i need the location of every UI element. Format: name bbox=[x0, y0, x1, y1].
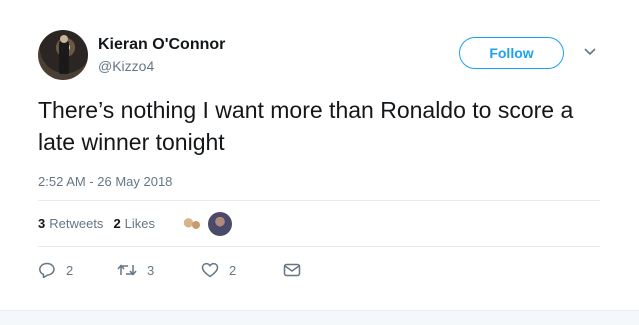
retweets-label: Retweets bbox=[49, 216, 104, 231]
tweet-actions: 2 3 2 bbox=[38, 262, 301, 278]
follow-button[interactable]: Follow bbox=[459, 37, 564, 69]
likes-label: Likes bbox=[124, 216, 156, 231]
tweet-text: There’s nothing I want more than Ronaldo… bbox=[38, 97, 574, 155]
like-count: 2 bbox=[229, 262, 237, 278]
likes-stat[interactable]: 2 Likes bbox=[113, 216, 155, 231]
avatar-head bbox=[60, 35, 68, 43]
likers-avatars bbox=[180, 212, 236, 236]
like-action[interactable]: 2 bbox=[201, 262, 283, 278]
retweet-count: 3 bbox=[147, 262, 155, 278]
likes-count: 2 bbox=[113, 216, 121, 231]
reply-action[interactable]: 2 bbox=[38, 262, 117, 278]
chevron-down-icon[interactable] bbox=[583, 47, 597, 57]
retweet-action[interactable]: 3 bbox=[117, 262, 201, 278]
heart-icon bbox=[201, 262, 219, 278]
page-footer-bar bbox=[0, 310, 639, 325]
reply-count: 2 bbox=[66, 262, 74, 278]
avatar[interactable] bbox=[38, 30, 88, 80]
avatar-figure bbox=[59, 40, 69, 74]
retweet-icon bbox=[117, 264, 137, 276]
liker-avatar[interactable] bbox=[208, 212, 232, 236]
message-action[interactable] bbox=[283, 263, 301, 277]
retweets-count: 3 bbox=[38, 216, 46, 231]
tweet-card: Kieran O'Connor @Kizzo4 Follow There’s n… bbox=[0, 0, 639, 310]
author-handle[interactable]: @Kizzo4 bbox=[98, 58, 154, 74]
tweet-timestamp[interactable]: 2:52 AM - 26 May 2018 bbox=[38, 174, 172, 189]
divider-top bbox=[38, 200, 600, 201]
author-name[interactable]: Kieran O'Connor bbox=[98, 36, 225, 54]
envelope-icon bbox=[283, 263, 301, 277]
liker-avatar[interactable] bbox=[180, 212, 204, 236]
tweet-stats: 3 Retweets 2 Likes bbox=[38, 216, 165, 231]
reply-icon bbox=[39, 262, 55, 278]
retweets-stat[interactable]: 3 Retweets bbox=[38, 216, 103, 231]
divider-bottom bbox=[38, 246, 600, 247]
